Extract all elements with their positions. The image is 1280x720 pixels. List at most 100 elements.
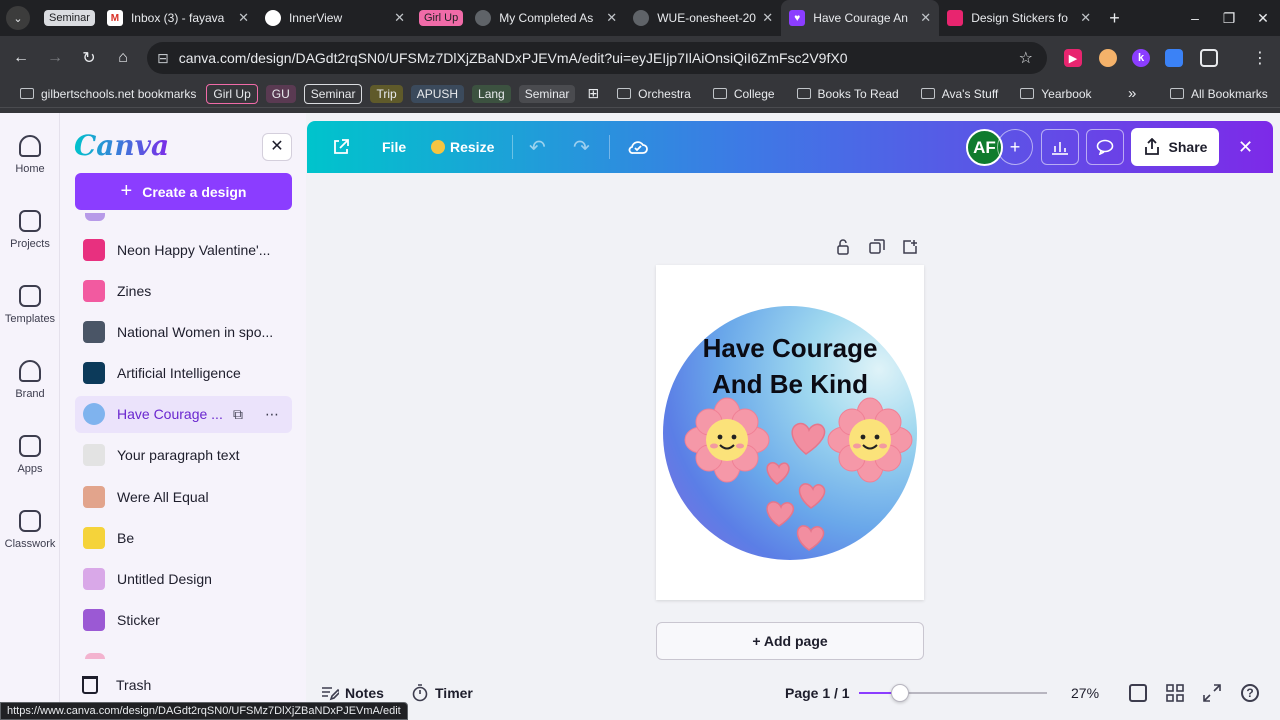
design-thumbnail [83,485,105,508]
duplicate-page-icon[interactable] [869,239,885,258]
bookmark-star-icon[interactable]: ☆ [1019,48,1033,68]
bookmark-gilbertschools[interactable]: gilbertschools.net bookmarks [20,87,196,101]
tab-close-icon[interactable]: ✕ [920,10,931,26]
bookmark-folder[interactable]: Orchestra [617,87,691,101]
bookmark-group-chip[interactable]: APUSH [410,84,465,103]
new-tab-button[interactable]: + [1109,8,1120,29]
recent-design-item[interactable]: Artificial Intelligence [75,355,292,392]
trash-item[interactable]: Trash [82,676,151,694]
more-options-icon[interactable]: ⋯ [265,406,279,423]
open-external-icon[interactable] [331,121,351,173]
add-page-icon[interactable] [902,239,918,258]
rail-item-projects[interactable]: Projects [0,210,60,250]
zoom-slider-handle[interactable] [891,684,909,702]
bookmark-group-chip[interactable]: Girl Up [206,83,258,104]
tab-group-chip[interactable]: Girl Up [418,10,464,26]
page-view-icon[interactable] [1129,684,1147,702]
recent-design-item[interactable]: Be [75,519,292,556]
timer-button[interactable]: Timer [411,675,473,711]
bookmark-group-chip[interactable]: Lang [472,84,511,103]
notes-icon [322,687,339,701]
tab-close-icon[interactable]: ✕ [762,10,773,26]
rail-item-home[interactable]: Home [0,135,60,175]
help-icon[interactable]: ? [1241,684,1259,702]
bookmark-group-chip[interactable]: Seminar [303,83,363,104]
insights-chart-icon[interactable] [1041,129,1079,165]
bookmark-folder[interactable]: College [712,86,775,101]
create-design-button[interactable]: + Create a design [75,173,292,210]
recent-design-item[interactable]: Neon Happy Valentine'... [75,231,292,268]
rail-item-brand[interactable]: Brand [0,360,60,400]
redo-icon[interactable]: ↷ [573,121,590,173]
undo-icon[interactable]: ↶ [529,121,546,173]
home-button[interactable]: ⌂ [106,49,140,67]
restore-button[interactable]: ❐ [1212,10,1246,27]
minimize-button[interactable]: – [1178,10,1212,26]
canva-logo[interactable]: Canva [74,129,169,162]
recent-design-item[interactable]: Zines [75,272,292,309]
bookmark-folder[interactable]: Yearbook [1020,87,1092,101]
add-page-button[interactable]: + Add page [656,622,924,660]
browser-menu-icon[interactable]: ⋮ [1252,48,1268,68]
sticker-circle[interactable]: Have Courage And Be Kind [663,306,917,560]
bookmark-folder[interactable]: Books To Read [796,87,899,101]
rail-item-classwork[interactable]: Classwork [0,510,60,550]
tab-close-icon[interactable]: ✕ [606,10,617,26]
tab-close-icon[interactable]: ✕ [394,10,405,26]
recent-design-item[interactable]: Sticker [75,602,292,639]
browser-tab[interactable]: Design Stickers fo ✕ [939,4,1099,32]
extensions-puzzle-icon[interactable] [1200,49,1218,67]
comment-icon[interactable] [1086,129,1124,165]
browser-tab[interactable]: InnerView ✕ [257,4,413,32]
extension-honey-icon[interactable] [1099,49,1117,67]
reload-button[interactable]: ↻ [72,48,106,68]
design-page[interactable]: Have Courage And Be Kind [656,265,924,600]
invite-plus-button[interactable]: + [997,129,1033,165]
rail-item-apps[interactable]: Apps [0,435,60,475]
address-bar[interactable]: ⊟ canva.com/design/DAGdt2rqSN0/UFSMz7DlX… [147,42,1047,74]
recent-design-item[interactable]: Your paragraph text [75,437,292,474]
close-editor-button[interactable]: ✕ [1238,121,1253,173]
forward-button[interactable]: → [38,49,72,67]
extension-screencast-icon[interactable] [1165,49,1183,67]
recent-design-item[interactable]: National Women in spo... [75,313,292,350]
back-button[interactable]: ← [4,49,38,67]
tab-group-chip[interactable]: Seminar [44,10,95,26]
all-bookmarks[interactable]: All Bookmarks [1170,87,1268,101]
file-menu-button[interactable]: File [382,121,406,173]
bookmark-group-chip[interactable]: Seminar [518,84,576,103]
apps-grid-icon[interactable]: ⊞ [587,85,599,102]
recent-design-item[interactable]: Were All Equal [75,478,292,515]
browser-tab[interactable]: My Completed As ✕ [467,4,625,32]
site-info-icon[interactable]: ⊟ [157,50,169,67]
zoom-slider[interactable] [859,684,1047,702]
tab-close-icon[interactable]: ✕ [238,10,249,26]
bookmark-group-chip[interactable]: GU [265,84,296,103]
open-in-new-tab-icon[interactable]: ⧉ [233,406,243,423]
lock-page-icon[interactable] [835,239,851,258]
rail-item-templates[interactable]: Templates [0,285,60,325]
tab-close-icon[interactable]: ✕ [1080,10,1091,26]
bookmark-folder-label: College [733,86,775,101]
tab-search-chevron-icon[interactable]: ⌄ [6,6,30,30]
page-counter[interactable]: Page 1 / 1 [785,675,850,711]
recent-design-item[interactable]: Untitled Design [75,561,292,598]
browser-tab[interactable]: ♥ Have Courage An ✕ [781,0,940,36]
grid-view-icon[interactable] [1166,684,1184,702]
bookmark-folder[interactable]: Ava's Stuff [920,87,998,101]
recent-design-item[interactable]: Have Courage ... ⧉ ⋯ [75,395,292,433]
close-panel-button[interactable]: ✕ [262,133,292,161]
browser-tab[interactable]: M Inbox (3) - fayava ✕ [99,4,257,32]
share-button[interactable]: Share [1131,128,1219,166]
extension-k-icon[interactable]: k [1132,49,1150,67]
cloud-saved-icon[interactable] [627,121,649,173]
bookmark-group-chip[interactable]: Trip [370,84,403,103]
window-close-button[interactable]: ✕ [1246,10,1280,27]
globe-icon [475,10,492,26]
more-bookmarks-icon[interactable]: » [1128,85,1136,102]
resize-button[interactable]: Resize [431,121,494,173]
browser-tab[interactable]: WUE-onesheet-20 ✕ [625,4,781,32]
fullscreen-icon[interactable] [1203,684,1221,702]
extension-video-icon[interactable]: ▶ [1064,49,1082,67]
zoom-level[interactable]: 27% [1071,675,1099,711]
